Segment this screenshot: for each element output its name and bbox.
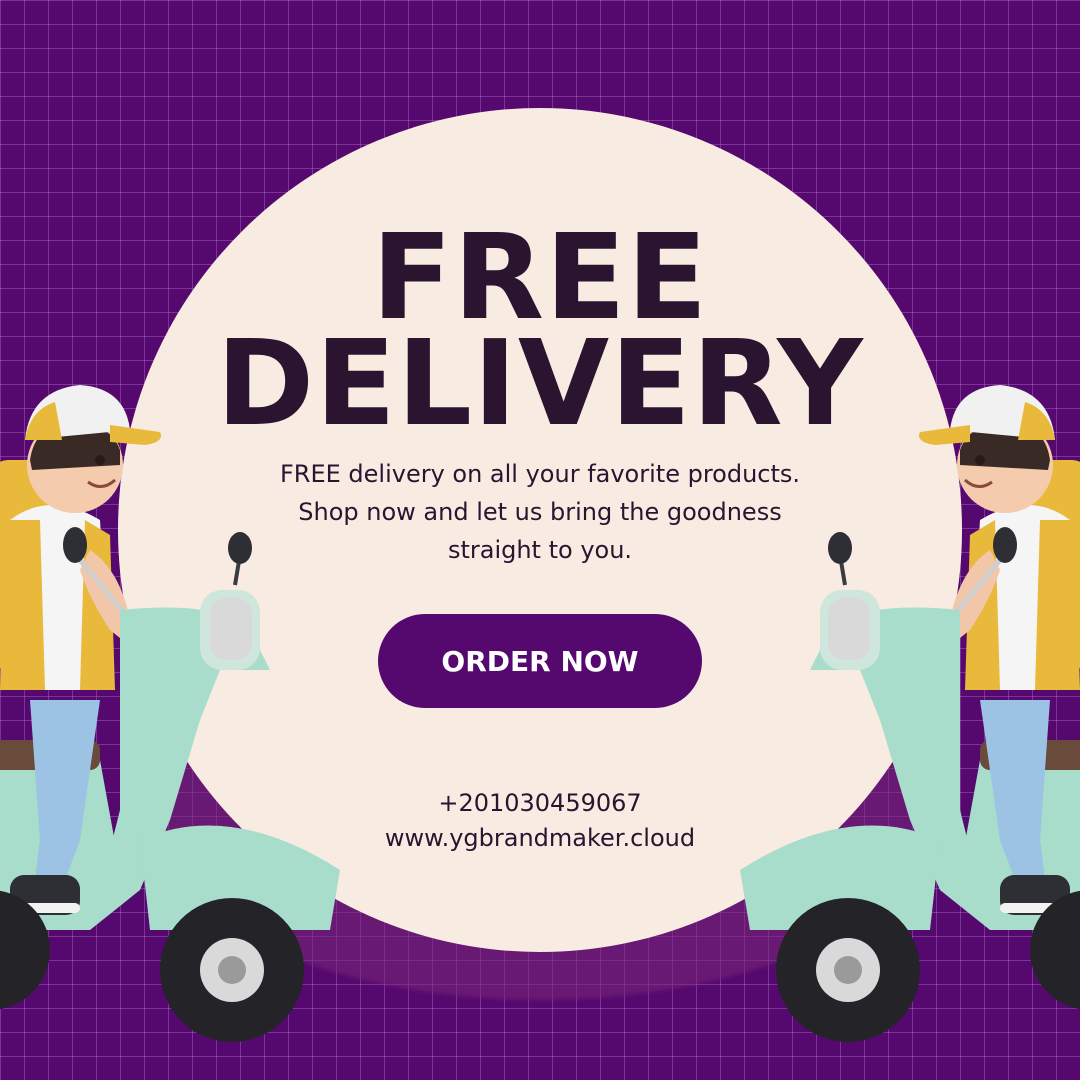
promo-poster: FREE DELIVERY FREE delivery on all your … bbox=[0, 0, 1080, 1080]
description-line-3: straight to you. bbox=[447, 536, 633, 564]
description-line-1: FREE delivery on all your favorite produ… bbox=[279, 460, 801, 488]
delivery-rider-illustration-right bbox=[740, 385, 1080, 1042]
delivery-rider-illustration-left bbox=[0, 385, 340, 1042]
description-line-2: Shop now and let us bring the goodness bbox=[298, 498, 782, 526]
order-now-button[interactable]: ORDER NOW bbox=[378, 614, 702, 708]
